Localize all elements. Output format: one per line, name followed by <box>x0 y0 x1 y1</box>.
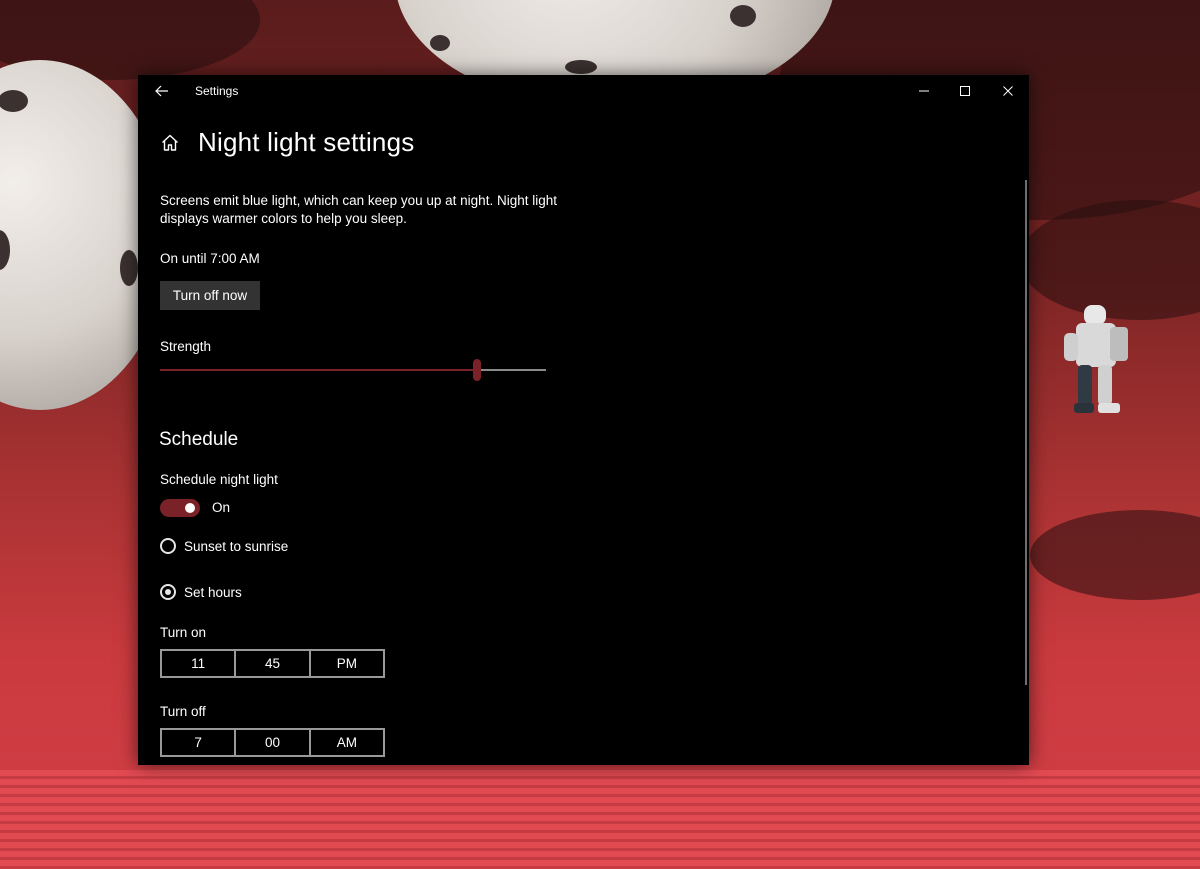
wallpaper-dune <box>1030 510 1200 600</box>
page-header: Night light settings <box>160 127 414 158</box>
app-title: Settings <box>195 84 239 98</box>
wallpaper-crater <box>565 60 597 74</box>
radio-label: Set hours <box>184 584 242 600</box>
radio-button[interactable] <box>160 584 176 600</box>
hour-field[interactable]: 7 <box>162 730 237 755</box>
radio-set-hours[interactable]: Set hours <box>160 584 242 600</box>
home-icon[interactable] <box>160 133 180 153</box>
strength-label: Strength <box>160 339 212 354</box>
settings-window: Settings Night light settings Screens em… <box>138 75 1029 765</box>
turn-on-time-picker[interactable]: 11 45 PM <box>160 649 385 678</box>
turn-off-time-picker[interactable]: 7 00 AM <box>160 728 385 757</box>
turn-off-label: Turn off <box>160 704 206 719</box>
schedule-night-light-label: Schedule night light <box>160 472 278 487</box>
slider-thumb[interactable] <box>472 359 481 381</box>
period-field[interactable]: PM <box>311 651 383 676</box>
schedule-toggle[interactable] <box>160 499 200 517</box>
page-title: Night light settings <box>198 127 415 157</box>
minimize-icon <box>919 90 929 92</box>
schedule-heading: Schedule <box>159 429 239 450</box>
wallpaper-water <box>0 770 1200 869</box>
wallpaper-crater <box>730 5 756 27</box>
turn-on-label: Turn on <box>160 625 207 640</box>
minimize-button[interactable] <box>903 75 945 107</box>
slider-track-fill <box>160 369 477 371</box>
scrollbar[interactable] <box>1025 180 1027 685</box>
close-button[interactable] <box>987 75 1029 107</box>
wallpaper-crater <box>0 230 10 270</box>
minute-field[interactable]: 00 <box>236 730 311 755</box>
wallpaper-crater <box>0 90 28 112</box>
desktop-wallpaper: Settings Night light settings Screens em… <box>0 0 1200 869</box>
back-button[interactable] <box>146 75 178 107</box>
wallpaper-crater <box>120 250 138 286</box>
toggle-state-label: On <box>212 500 231 515</box>
status-text: On until 7:00 AM <box>160 251 260 266</box>
title-bar: Settings <box>138 75 1029 107</box>
turn-off-now-button[interactable]: Turn off now <box>160 281 260 310</box>
wallpaper-crater <box>430 35 450 51</box>
description-text: Screens emit blue light, which can keep … <box>160 193 557 226</box>
wallpaper-astronaut <box>1064 305 1128 413</box>
radio-button[interactable] <box>160 538 176 554</box>
strength-slider[interactable] <box>160 359 546 381</box>
radio-label: Sunset to sunrise <box>184 538 289 554</box>
period-field[interactable]: AM <box>311 730 383 755</box>
back-arrow-icon <box>155 85 168 97</box>
maximize-icon <box>960 86 970 96</box>
radio-sunset-to-sunrise[interactable]: Sunset to sunrise <box>160 538 288 554</box>
maximize-button[interactable] <box>944 75 986 107</box>
minute-field[interactable]: 45 <box>236 651 311 676</box>
toggle-knob <box>185 503 195 513</box>
hour-field[interactable]: 11 <box>162 651 237 676</box>
close-icon <box>1003 86 1013 96</box>
